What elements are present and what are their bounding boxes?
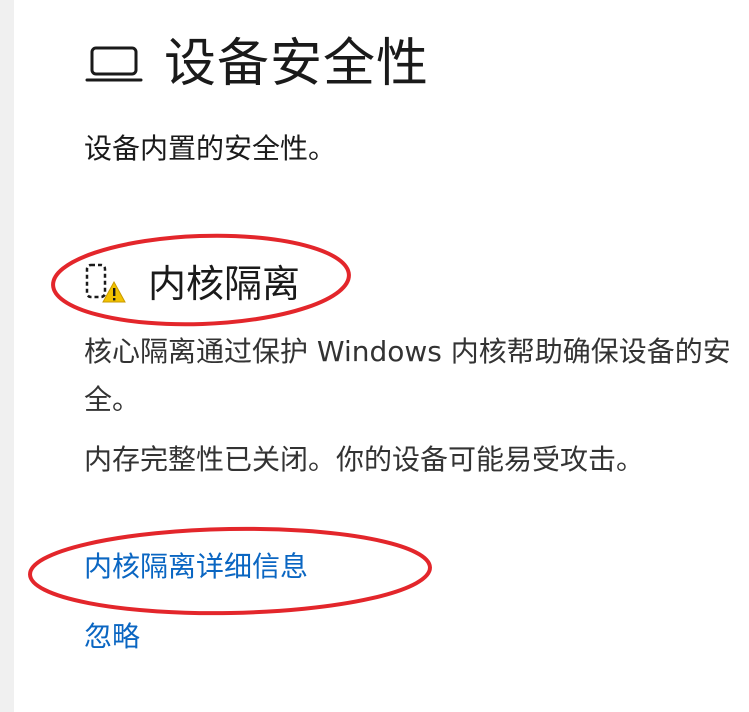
core-isolation-title: 内核隔离 xyxy=(148,262,301,306)
core-isolation-description: 核心隔离通过保护 Windows 内核帮助确保设备的安全。 xyxy=(84,335,731,416)
core-isolation-warning-icon xyxy=(85,263,126,303)
core-isolation-header: 内核隔离 xyxy=(84,258,300,310)
ignore-link[interactable]: 忽略 xyxy=(84,620,140,654)
window-left-edge xyxy=(0,0,14,712)
laptop-icon xyxy=(85,46,143,82)
page-subtitle: 设备内置的安全性。 xyxy=(84,132,337,165)
core-isolation-details-link[interactable]: 内核隔离详细信息 xyxy=(84,550,308,584)
page-title: 设备安全性 xyxy=(164,34,430,94)
memory-integrity-status: 内存完整性已关闭。你的设备可能易受攻击。 xyxy=(84,443,645,476)
page-header: 设备安全性 xyxy=(84,28,429,100)
